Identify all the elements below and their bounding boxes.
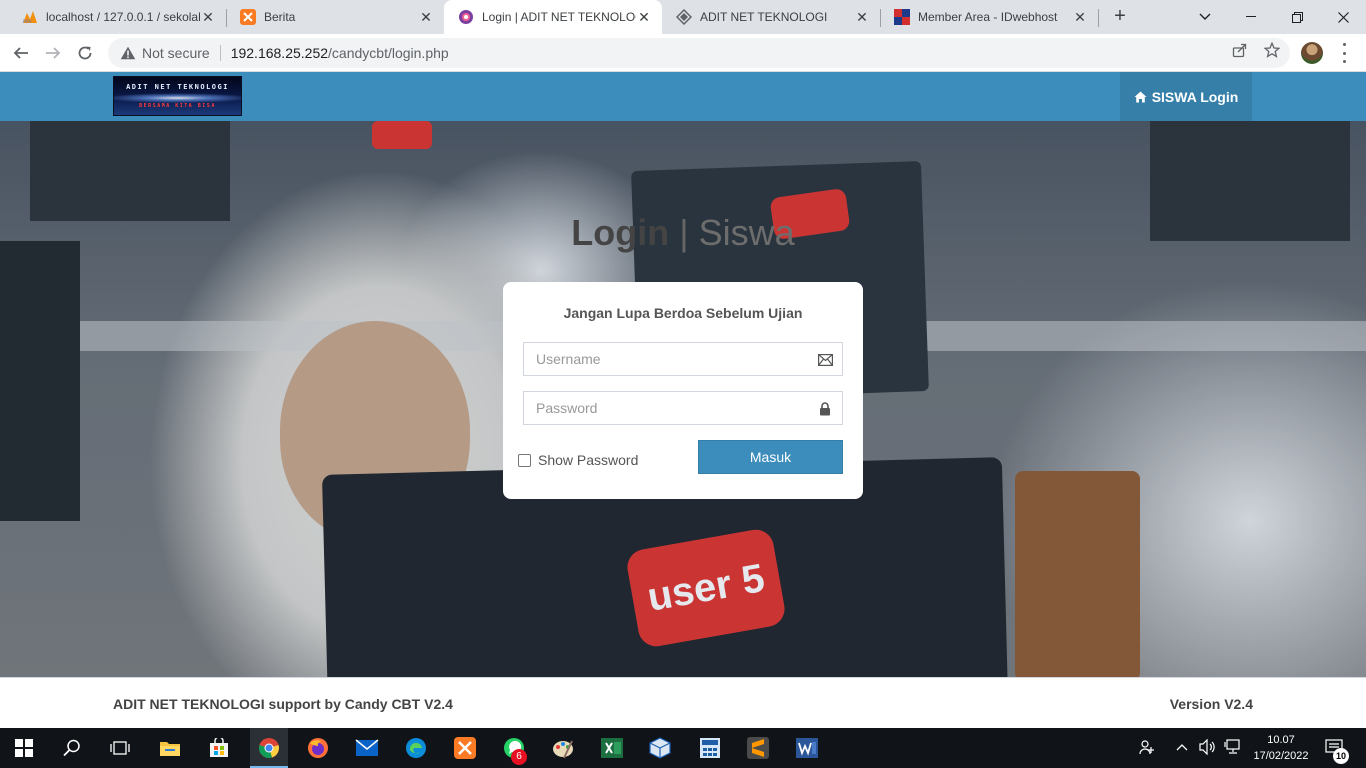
xampp-icon [240,9,256,25]
excel-icon[interactable] [600,736,624,760]
show-password-toggle[interactable]: Show Password [518,452,638,468]
search-icon[interactable] [60,736,84,760]
network-icon[interactable] [1224,739,1242,758]
people-icon[interactable] [1139,739,1155,758]
xampp-icon[interactable] [453,736,477,760]
tab-adit-net[interactable]: ADIT NET TEKNOLOGI ✕ [662,0,880,34]
task-view-icon[interactable] [108,736,132,760]
browser-menu-icon[interactable] [1340,43,1348,63]
volume-icon[interactable] [1199,738,1217,758]
tab-title: ADIT NET TEKNOLOGI [700,10,828,24]
home-icon [1134,91,1147,103]
browser-tab-strip: PMA localhost / 127.0.0.1 / sekolah ✕ Be… [0,0,1366,34]
mail-icon[interactable] [355,736,379,760]
page-title: Login | Siswa [0,212,1366,254]
tab-phpmyadmin[interactable]: PMA localhost / 127.0.0.1 / sekolah ✕ [8,0,226,34]
password-field[interactable] [523,391,843,425]
site-footer: ADIT NET TEKNOLOGI support by Candy CBT … [0,677,1366,728]
page-viewport: ADIT NET TEKNOLOGI BERSAMA KITA BISA SIS… [0,72,1366,728]
forward-button[interactable] [40,40,66,66]
tab-divider [1098,9,1099,27]
logo-tagline: BERSAMA KITA BISA [139,103,216,109]
site-icon [676,9,692,25]
login-message: Jangan Lupa Berdoa Sebelum Ujian [563,305,803,321]
start-icon[interactable] [12,736,36,760]
word-icon[interactable] [795,736,819,760]
calculator-icon[interactable] [698,736,722,760]
chrome-icon[interactable] [257,736,281,760]
back-button[interactable] [8,40,34,66]
title-separator: | [679,212,689,253]
close-tab-icon[interactable]: ✕ [200,9,216,25]
password-input[interactable] [524,392,842,424]
tab-berita[interactable]: Berita ✕ [226,0,444,34]
restore-button[interactable] [1274,0,1320,34]
tab-login-active[interactable]: Login | ADIT NET TEKNOLOGI ✕ [444,0,662,34]
security-label[interactable]: Not secure [142,45,210,61]
siswa-login-link[interactable]: SISWA Login [1120,72,1252,121]
close-tab-icon[interactable]: ✕ [636,9,652,25]
login-box: Jangan Lupa Berdoa Sebelum Ujian Show Pa… [503,282,863,499]
show-password-label: Show Password [538,452,639,468]
title-main: Login [571,212,670,253]
idwebhost-icon [894,9,910,25]
footer-credit: ADIT NET TEKNOLOGI support by Candy CBT … [113,696,453,712]
phpmyadmin-icon: PMA [22,9,38,25]
virtualbox-icon[interactable] [648,736,672,760]
close-tab-icon[interactable]: ✕ [854,9,870,25]
svg-text:PMA: PMA [23,19,32,24]
warning-icon[interactable] [120,45,136,61]
profile-avatar[interactable] [1301,42,1323,64]
show-hidden-icons-icon[interactable] [1176,739,1188,754]
close-tab-icon[interactable]: ✕ [1072,9,1088,25]
url-host: 192.168.25.252 [230,45,329,61]
edge-icon[interactable] [404,736,428,760]
logo-glow [114,93,241,103]
tab-title: Member Area - IDwebhost [918,10,1058,24]
store-icon[interactable] [207,736,231,760]
tab-title: localhost / 127.0.0.1 / sekolah [46,10,200,24]
sublime-icon[interactable] [746,736,770,760]
tab-title: Login | ADIT NET TEKNOLOGI [482,10,636,24]
paint-icon[interactable] [551,736,575,760]
url-text[interactable]: 192.168.25.252/candycbt/login.php [231,45,449,61]
browser-toolbar: Not secure 192.168.25.252/candycbt/login… [0,34,1366,72]
site-header: ADIT NET TEKNOLOGI BERSAMA KITA BISA SIS… [0,72,1366,121]
site-logo[interactable]: ADIT NET TEKNOLOGI BERSAMA KITA BISA [113,76,242,116]
tab-idwebhost[interactable]: Member Area - IDwebhost ✕ [880,0,1098,34]
siswa-login-label: SISWA Login [1151,88,1239,105]
hero-background-photo: user 5 Login | Siswa Jangan Lupa Berdoa … [0,121,1366,677]
share-icon[interactable] [1231,41,1249,59]
show-password-checkbox[interactable] [518,453,531,467]
clock-time: 10.07 [1267,734,1295,746]
minimize-button[interactable] [1228,0,1274,34]
address-bar[interactable]: Not secure 192.168.25.252/candycbt/login… [108,38,1290,68]
lock-icon [817,401,833,417]
logo-title: ADIT NET TEKNOLOGI [126,83,229,91]
notification-count-badge: 10 [1333,748,1349,764]
reload-button[interactable] [72,40,98,66]
username-field[interactable] [523,342,843,376]
clock-date: 17/02/2022 [1253,750,1309,762]
footer-version: Version V2.4 [1169,696,1253,712]
new-tab-button[interactable]: + [1108,5,1132,29]
envelope-icon [817,352,833,368]
username-input[interactable] [524,343,842,375]
taskbar-clock[interactable]: 10.07 17/02/2022 [1248,732,1314,764]
whatsapp-badge: 6 [511,749,527,765]
address-divider [219,45,221,61]
close-tab-icon[interactable]: ✕ [418,9,434,25]
windows-taskbar: 6 10.07 17/02/2022 10 [0,728,1366,768]
firefox-icon[interactable] [306,736,330,760]
title-sub: Siswa [698,212,795,253]
candycbt-icon [458,9,474,25]
tab-search-icon[interactable] [1182,0,1228,34]
masuk-button[interactable]: Masuk [698,440,843,474]
close-window-button[interactable] [1320,0,1366,34]
tab-title: Berita [264,10,296,24]
url-path: /candycbt/login.php [328,45,449,61]
bookmark-star-icon[interactable] [1263,41,1281,59]
file-explorer-icon[interactable] [158,736,182,760]
